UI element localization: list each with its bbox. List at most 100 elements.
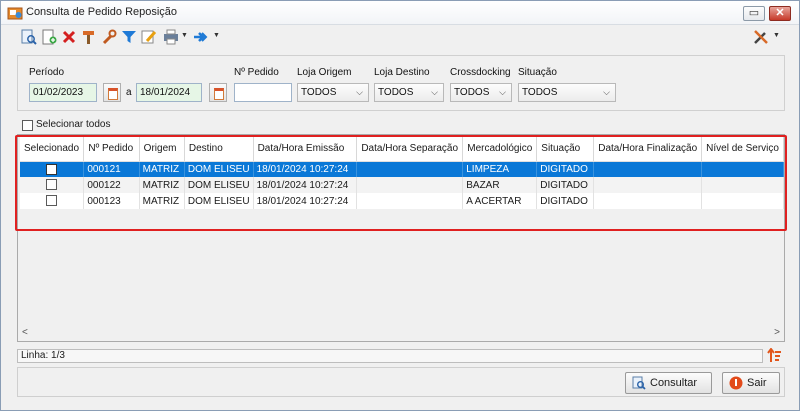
cell-situacao: DIGITADO	[536, 193, 595, 209]
cell-situacao: DIGITADO	[536, 177, 595, 193]
cell-separacao	[356, 193, 464, 209]
column-header-pedido[interactable]: Nº Pedido	[83, 137, 140, 162]
row-select-cell[interactable]	[20, 193, 85, 209]
column-header-finalizacao[interactable]: Data/Hora Finalização	[593, 137, 703, 162]
cell-situacao: DIGITADO	[536, 161, 595, 177]
cell-finalizacao	[593, 193, 703, 209]
periodo-label: Período	[29, 67, 65, 78]
cell-nivel-servico	[701, 177, 784, 193]
situacao-select[interactable]: TODOS ⌵	[518, 83, 616, 102]
chevron-down-icon: ⌵	[603, 87, 610, 97]
crossdocking-value: TODOS	[454, 87, 490, 98]
cell-origem: MATRIZ	[139, 193, 185, 209]
grid-empty-area	[20, 211, 783, 323]
cell-emissao: 18/01/2024 10:27:24	[253, 161, 358, 177]
cell-nivel-servico	[701, 161, 784, 177]
delete-icon[interactable]	[61, 29, 77, 45]
cell-pedido: 000121	[83, 161, 140, 177]
close-button[interactable]: ✕	[769, 6, 791, 21]
results-table: Selecionado Nº Pedido Origem Destino Dat…	[20, 137, 784, 209]
cell-separacao	[356, 177, 464, 193]
column-header-destino[interactable]: Destino	[184, 137, 254, 162]
cell-origem: MATRIZ	[139, 177, 185, 193]
results-grid: Selecionado Nº Pedido Origem Destino Dat…	[17, 134, 785, 342]
cell-nivel-servico	[701, 193, 784, 209]
cell-emissao: 18/01/2024 10:27:24	[253, 177, 358, 193]
tools-dropdown-arrow[interactable]: ▼	[773, 32, 780, 39]
export-icon[interactable]	[193, 29, 209, 45]
column-header-nivel-servico[interactable]: Nível de Serviço	[701, 137, 784, 162]
consultar-button[interactable]: Consultar	[625, 372, 712, 394]
checkbox-icon[interactable]	[46, 195, 58, 207]
app-window: Consulta de Pedido Reposição ▭ ✕ ▼ ▼ ▼ P…	[0, 0, 800, 411]
cell-finalizacao	[593, 161, 703, 177]
date-to-calendar-button[interactable]	[209, 83, 227, 102]
status-bar: Linha: 1/3	[17, 349, 763, 363]
column-header-situacao[interactable]: Situação	[536, 137, 595, 162]
crossdocking-select[interactable]: TODOS ⌵	[450, 83, 512, 102]
window-title: Consulta de Pedido Reposição	[26, 6, 178, 18]
chevron-down-icon: ⌵	[356, 87, 363, 97]
wrench-icon[interactable]	[101, 29, 117, 45]
loja-destino-select[interactable]: TODOS ⌵	[374, 83, 444, 102]
column-header-selecionado[interactable]: Selecionado	[20, 137, 85, 162]
loja-origem-select[interactable]: TODOS ⌵	[297, 83, 369, 102]
column-header-origem[interactable]: Origem	[139, 137, 185, 162]
filter-icon[interactable]	[121, 29, 137, 45]
row-select-cell[interactable]	[20, 161, 85, 177]
sort-icon[interactable]	[767, 348, 781, 363]
select-all-label: Selecionar todos	[36, 119, 111, 130]
app-icon	[7, 7, 23, 20]
print-dropdown-arrow[interactable]: ▼	[181, 32, 188, 39]
hammer-icon[interactable]	[81, 29, 97, 45]
consultar-label: Consultar	[650, 377, 698, 389]
cell-destino: DOM ELISEU	[184, 161, 254, 177]
situacao-label: Situação	[518, 67, 557, 78]
checkbox-icon[interactable]	[46, 179, 58, 191]
select-all-checkbox[interactable]: Selecionar todos	[22, 119, 111, 133]
title-bar: Consulta de Pedido Reposição ▭ ✕	[1, 1, 799, 25]
loja-destino-label: Loja Destino	[374, 67, 430, 78]
edit-icon[interactable]	[141, 29, 157, 45]
scroll-right-icon[interactable]: >	[774, 327, 780, 338]
table-row[interactable]: 000123 MATRIZ DOM ELISEU 18/01/2024 10:2…	[20, 193, 784, 209]
cell-destino: DOM ELISEU	[184, 177, 254, 193]
cell-emissao: 18/01/2024 10:27:24	[253, 193, 358, 209]
search-document-icon[interactable]	[21, 29, 37, 45]
date-to-field[interactable]: 18/01/2024	[136, 83, 202, 102]
checkbox-icon[interactable]	[22, 119, 33, 131]
cell-separacao	[356, 161, 464, 177]
date-from-calendar-button[interactable]	[103, 83, 121, 102]
cell-mercadologico: A ACERTAR	[462, 193, 538, 209]
footer: Consultar Sair	[17, 367, 785, 397]
pedido-field[interactable]	[234, 83, 292, 102]
toolbar: ▼ ▼ ▼	[17, 27, 785, 49]
column-header-emissao[interactable]: Data/Hora Emissão	[253, 137, 358, 162]
horizontal-scrollbar[interactable]: < >	[20, 327, 782, 341]
sair-button[interactable]: Sair	[722, 372, 780, 394]
print-icon[interactable]	[163, 29, 179, 45]
loja-destino-value: TODOS	[378, 87, 414, 98]
scroll-left-icon[interactable]: <	[22, 327, 28, 338]
column-header-mercadologico[interactable]: Mercadológico	[462, 137, 538, 162]
cell-mercadologico: LIMPEZA	[462, 161, 538, 177]
table-row[interactable]: 000122 MATRIZ DOM ELISEU 18/01/2024 10:2…	[20, 177, 784, 193]
power-icon	[729, 376, 743, 390]
column-header-separacao[interactable]: Data/Hora Separação	[356, 137, 464, 162]
tools-icon[interactable]	[753, 29, 769, 45]
checkbox-icon[interactable]	[46, 163, 58, 175]
search-document-icon	[632, 376, 646, 390]
export-dropdown-arrow[interactable]: ▼	[213, 32, 220, 39]
sair-label: Sair	[747, 377, 767, 389]
table-row[interactable]: 000121 MATRIZ DOM ELISEU 18/01/2024 10:2…	[20, 161, 784, 177]
chevron-down-icon: ⌵	[499, 87, 506, 97]
row-select-cell[interactable]	[20, 177, 85, 193]
date-from-field[interactable]: 01/02/2023	[29, 83, 97, 102]
crossdocking-label: Crossdocking	[450, 67, 511, 78]
loja-origem-value: TODOS	[301, 87, 337, 98]
filter-panel: Período 01/02/2023 a 18/01/2024 Nº Pedid…	[17, 55, 785, 111]
situacao-value: TODOS	[522, 87, 558, 98]
new-document-icon[interactable]	[41, 29, 57, 45]
restore-button[interactable]: ▭	[743, 6, 765, 21]
date-separator: a	[126, 87, 132, 98]
